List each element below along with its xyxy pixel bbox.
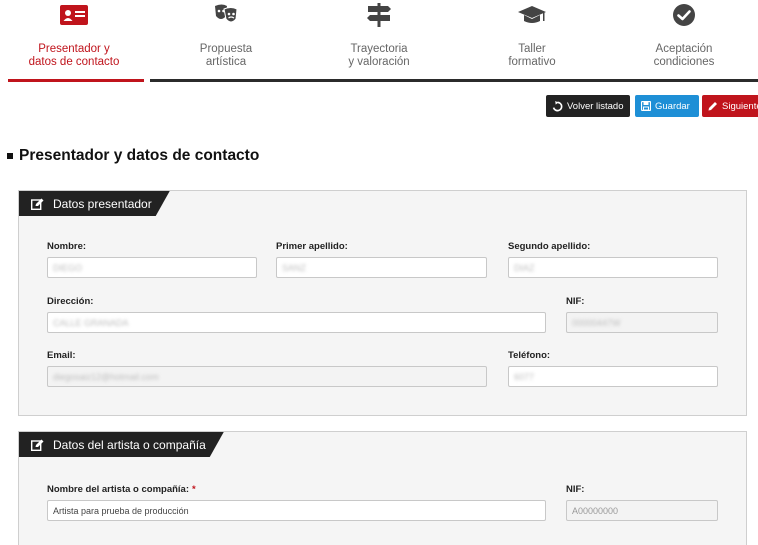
step-label-line1: Trayectoria xyxy=(350,43,408,55)
nombre-value: DIEGO xyxy=(53,262,83,273)
bullet-square-icon xyxy=(7,153,13,159)
required-asterisk: * xyxy=(192,484,196,495)
segundo-apellido-field[interactable]: DIAZ xyxy=(508,257,718,278)
step-presentador[interactable]: Presentador y datos de contacto xyxy=(0,0,148,82)
theater-masks-icon xyxy=(206,3,246,27)
step-label-line1: Taller xyxy=(518,43,546,55)
artist-nif-value: A00000000 xyxy=(572,505,619,516)
active-step-indicator xyxy=(8,79,144,82)
direccion-value: CALLE GRANADA xyxy=(53,317,129,328)
steps-divider xyxy=(150,79,758,82)
panel-title: Datos presentador xyxy=(53,196,152,211)
edit-icon xyxy=(31,439,44,451)
segundo-apellido-label: Segundo apellido: xyxy=(508,241,591,252)
check-circle-icon xyxy=(664,3,704,27)
step-label-line2: artística xyxy=(205,56,247,68)
artist-panel: Datos del artista o compañía Nombre del … xyxy=(18,431,747,545)
floppy-disk-icon xyxy=(641,101,651,111)
step-label-line1: Aceptación xyxy=(655,43,713,55)
email-label: Email: xyxy=(47,350,76,361)
back-to-list-button[interactable]: Volver listado xyxy=(546,95,630,117)
direccion-field[interactable]: CALLE GRANADA xyxy=(47,312,546,333)
nombre-label: Nombre: xyxy=(47,241,87,252)
step-label-line1: Propuesta xyxy=(199,43,253,55)
panel-header: Datos presentador xyxy=(19,191,170,216)
next-button[interactable]: Siguiente xyxy=(702,95,758,117)
primer-apellido-field[interactable]: SANZ xyxy=(276,257,487,278)
primer-apellido-label: Primer apellido: xyxy=(276,241,348,252)
telefono-label: Teléfono: xyxy=(508,350,551,361)
nif-label: NIF: xyxy=(566,296,585,307)
id-card-icon xyxy=(54,3,94,27)
step-label-line1: Presentador y xyxy=(38,43,110,55)
edit-icon xyxy=(31,198,44,210)
save-button-label: Guardar xyxy=(655,100,690,112)
artist-name-label-text: Nombre del artista o compañía: xyxy=(47,484,190,495)
step-taller[interactable]: Taller formativo xyxy=(458,0,606,82)
email-value: diegosaiz12@hotmail.com xyxy=(53,371,159,382)
artist-name-value: Artista para prueba de producción xyxy=(53,505,189,516)
email-field: diegosaiz12@hotmail.com xyxy=(47,366,487,387)
graduation-cap-icon xyxy=(512,3,552,27)
page-title-text: Presentador y datos de contacto xyxy=(19,147,260,164)
telefono-field[interactable]: 6077 xyxy=(508,366,718,387)
telefono-value: 6077 xyxy=(514,371,535,382)
next-button-label: Siguiente xyxy=(722,100,758,112)
presenter-panel: Datos presentador Nombre: DIEGO Primer a… xyxy=(18,190,747,416)
step-trayectoria[interactable]: Trayectoria y valoración xyxy=(305,0,453,82)
step-aceptacion[interactable]: Aceptación condiciones xyxy=(610,0,758,82)
page-title: Presentador y datos de contacto xyxy=(7,147,259,165)
panel-header: Datos del artista o compañía xyxy=(19,432,224,457)
nif-value: 00000447W xyxy=(572,317,621,328)
wizard-steps: Presentador y datos de contacto Propuesta… xyxy=(0,0,758,82)
nif-field: 00000447W xyxy=(566,312,718,333)
step-propuesta[interactable]: Propuesta artística xyxy=(152,0,300,82)
panel-title: Datos del artista o compañía xyxy=(53,437,206,452)
nombre-field[interactable]: DIEGO xyxy=(47,257,257,278)
pencil-icon xyxy=(708,101,718,111)
step-label-line2: formativo xyxy=(508,56,556,68)
undo-icon xyxy=(552,100,563,112)
step-label-line2: datos de contacto xyxy=(28,56,120,68)
save-button[interactable]: Guardar xyxy=(635,95,699,117)
segundo-apellido-value: DIAZ xyxy=(514,262,535,273)
back-button-label: Volver listado xyxy=(567,100,624,112)
artist-nif-label: NIF: xyxy=(566,484,585,495)
artist-name-label: Nombre del artista o compañía: * xyxy=(47,484,196,495)
signpost-icon xyxy=(359,3,399,27)
primer-apellido-value: SANZ xyxy=(282,262,307,273)
step-label-line2: condiciones xyxy=(653,56,715,68)
artist-name-input[interactable]: Artista para prueba de producción xyxy=(47,500,546,521)
artist-nif-field: A00000000 xyxy=(566,500,718,521)
step-label-line2: y valoración xyxy=(348,56,410,68)
direccion-label: Dirección: xyxy=(47,296,94,307)
